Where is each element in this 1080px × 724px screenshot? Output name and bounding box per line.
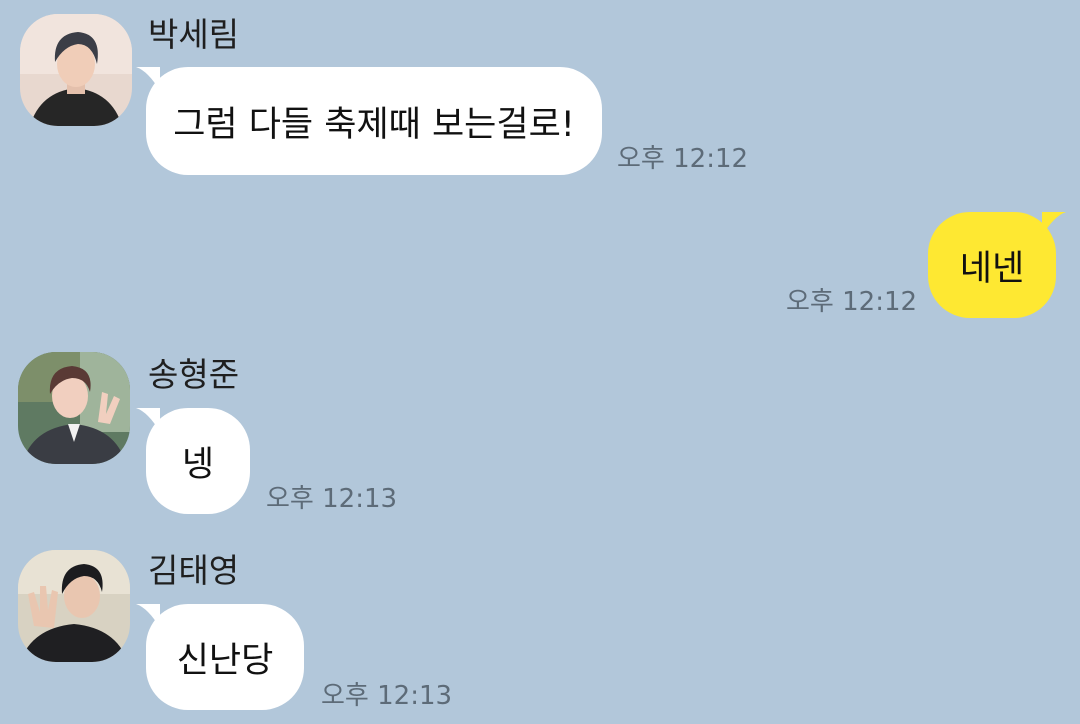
profile-photo-icon: [18, 352, 130, 464]
message-text: 넹: [181, 444, 215, 485]
message-text: 그럼 다들 축제때 보는걸로!: [173, 104, 575, 145]
sender-name: 김태영: [148, 551, 240, 590]
message-timestamp: 오후 12:13: [266, 484, 398, 514]
message-timestamp: 오후 12:13: [321, 681, 453, 711]
sender-name: 송형준: [148, 355, 240, 394]
message-text: 신난당: [176, 640, 274, 681]
my-message-bubble[interactable]: 네넨: [928, 212, 1066, 318]
bubble-tail-icon: [1042, 212, 1066, 236]
bubble-tail-icon: [136, 408, 160, 432]
profile-photo-icon: [18, 550, 130, 662]
bubble-tail-icon: [136, 67, 160, 91]
sender-name: 박세림: [148, 15, 240, 54]
avatar-park-serim[interactable]: [20, 14, 132, 126]
chat-room: 박세림 그럼 다들 축제때 보는걸로! 오후 12:12 네넨 오후 12:12…: [0, 0, 1080, 724]
message-bubble[interactable]: 그럼 다들 축제때 보는걸로!: [136, 67, 602, 175]
message-bubble[interactable]: 신난당: [136, 604, 304, 710]
message-timestamp: 오후 12:12: [786, 287, 918, 317]
avatar-song-hyeongjun[interactable]: [18, 352, 130, 464]
message-timestamp: 오후 12:12: [617, 144, 749, 174]
bubble-tail-icon: [136, 604, 160, 628]
message-bubble[interactable]: 넹: [136, 408, 250, 514]
profile-photo-icon: [20, 14, 132, 126]
message-text: 네넨: [959, 248, 1025, 289]
avatar-kim-taeyoung[interactable]: [18, 550, 130, 662]
